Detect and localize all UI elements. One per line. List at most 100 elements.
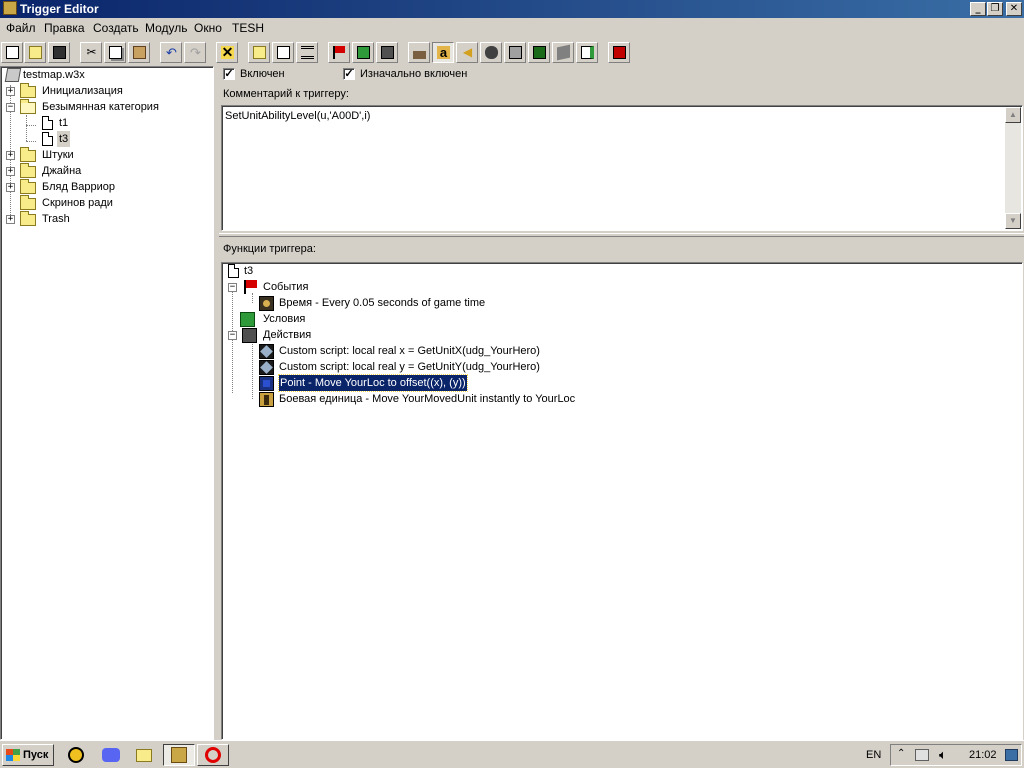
event-row[interactable]: Время - Every 0.05 seconds of game time	[226, 295, 626, 311]
collapse-toggle[interactable]: −	[6, 103, 15, 112]
taskbar-trigger-editor[interactable]	[163, 744, 195, 766]
test-map-button[interactable]	[576, 42, 598, 63]
opera-icon	[205, 747, 221, 763]
tree-item-t3[interactable]: t3	[1, 131, 201, 147]
menu-edit[interactable]: Правка	[44, 21, 85, 35]
new-condition-button[interactable]	[352, 42, 374, 63]
collapse-toggle[interactable]: −	[228, 283, 237, 292]
clock[interactable]: 21:02	[969, 749, 997, 761]
cut-icon: ✂	[86, 45, 97, 59]
expand-toggle[interactable]: +	[6, 215, 15, 224]
new-trigger-button[interactable]	[272, 42, 294, 63]
tree-item-screens[interactable]: Скринов ради	[1, 195, 201, 211]
initially-on-checkbox[interactable]: ✓	[343, 68, 355, 80]
undo-icon: ↶	[166, 45, 177, 60]
new-action-button[interactable]	[376, 42, 398, 63]
menu-bar: Файл Правка Создать Модуль Окно TESH	[0, 18, 1024, 38]
tree-item-init[interactable]: + Инициализация	[1, 83, 201, 99]
menu-create[interactable]: Создать	[93, 21, 139, 35]
trigger-functions-tree[interactable]: t3 − События Время - Every 0.05 seconds …	[221, 262, 1023, 740]
terrain-editor-button[interactable]	[408, 42, 430, 63]
sound-button[interactable]	[552, 42, 574, 63]
trigger-editor-icon	[3, 1, 17, 15]
ai-editor-button[interactable]	[480, 42, 502, 63]
comment-text: SetUnitAbilityLevel(u,'A00D',i)	[225, 110, 371, 122]
custom-script-button[interactable]	[528, 42, 550, 63]
new-event-icon	[333, 46, 346, 59]
expand-toggle[interactable]: +	[6, 167, 15, 176]
new-comment-button[interactable]	[296, 42, 318, 63]
menu-window[interactable]: Окно	[194, 21, 222, 35]
taskbar-opera[interactable]	[197, 744, 229, 766]
scroll-down-button[interactable]: ▼	[1005, 213, 1021, 229]
windows-logo-icon	[6, 749, 20, 761]
trigger-tree[interactable]: testmap.w3x + Инициализация − Безымянная…	[0, 66, 214, 740]
paste-button[interactable]	[128, 42, 150, 63]
events-flag-icon	[244, 280, 257, 294]
new-event-button[interactable]	[328, 42, 350, 63]
vertical-splitter[interactable]	[214, 66, 219, 740]
conditions-label: Условия	[263, 313, 306, 325]
redo-button[interactable]: ↷	[184, 42, 206, 63]
tree-item-warrior[interactable]: + Бляд Варриор	[1, 179, 201, 195]
discord-icon[interactable]	[100, 745, 122, 765]
new-comment-icon	[301, 46, 314, 59]
tree-item-trash[interactable]: + Trash	[1, 211, 201, 227]
action-row[interactable]: Боевая единица - Move YourMovedUnit inst…	[226, 391, 726, 407]
minimize-button[interactable]: _	[970, 2, 986, 16]
cut-button[interactable]: ✂	[80, 42, 102, 63]
horizontal-splitter[interactable]	[219, 233, 1024, 237]
comment-textarea[interactable]: SetUnitAbilityLevel(u,'A00D',i) ▲ ▼	[221, 105, 1023, 231]
start-button[interactable]: Пуск	[2, 744, 54, 766]
tray-expand-icon[interactable]: ⌃	[897, 748, 905, 759]
sound-icon	[557, 44, 570, 61]
action-row[interactable]: Custom script: local real y = GetUnitY(u…	[226, 359, 726, 375]
tree-item-shtuki[interactable]: + Штуки	[1, 147, 201, 163]
close-button[interactable]: ✕	[1006, 2, 1022, 16]
collapse-toggle[interactable]: −	[228, 331, 237, 340]
scroll-up-button[interactable]: ▲	[1005, 107, 1021, 123]
delete-button[interactable]: ✕	[216, 42, 238, 63]
menu-module[interactable]: Модуль	[145, 21, 188, 35]
validate-button[interactable]	[608, 42, 630, 63]
enabled-checkbox[interactable]: ✓	[223, 68, 235, 80]
expand-toggle[interactable]: +	[6, 183, 15, 192]
menu-tesh[interactable]: TESH	[232, 21, 264, 35]
new-icon	[6, 46, 19, 59]
tree-item-map-root[interactable]: testmap.w3x	[3, 67, 203, 83]
action-row-selected[interactable]: Point - Move YourLoc to offset((x), (y))	[226, 374, 726, 392]
expand-toggle[interactable]: +	[6, 87, 15, 96]
show-desktop-icon[interactable]	[1005, 749, 1018, 761]
expand-toggle[interactable]: +	[6, 151, 15, 160]
new-category-button[interactable]	[248, 42, 270, 63]
menu-file[interactable]: Файл	[6, 21, 36, 35]
import-manager-button[interactable]	[504, 42, 526, 63]
undo-button[interactable]: ↶	[160, 42, 182, 63]
custom-script-icon	[259, 344, 274, 359]
tree-item-t1[interactable]: t1	[1, 115, 201, 131]
explorer-icon[interactable]	[133, 745, 155, 765]
point-icon	[259, 376, 274, 391]
action-row[interactable]: Custom script: local real x = GetUnitX(u…	[226, 343, 726, 359]
delete-icon: ✕	[221, 44, 234, 60]
tree-item-unnamed-category[interactable]: − Безымянная категория	[1, 99, 201, 115]
comment-scrollbar[interactable]: ▲ ▼	[1005, 107, 1021, 229]
maximize-button[interactable]: ❐	[987, 2, 1003, 16]
toolbar: ✂ ↶ ↷ ✕ a ◀	[0, 40, 1024, 64]
language-indicator[interactable]: EN	[866, 749, 881, 761]
events-row[interactable]: − События	[226, 279, 526, 295]
volume-icon[interactable]: 🔈︎	[939, 747, 947, 763]
network-icon[interactable]	[915, 749, 929, 761]
conditions-row[interactable]: Условия	[226, 311, 526, 327]
save-button[interactable]	[48, 42, 70, 63]
object-editor-button[interactable]: a	[432, 42, 454, 63]
copy-button[interactable]	[104, 42, 126, 63]
new-button[interactable]	[1, 42, 23, 63]
quicklaunch-app-icon[interactable]	[66, 745, 88, 765]
actions-row[interactable]: − Действия	[226, 327, 526, 343]
sound-editor-button[interactable]: ◀	[456, 42, 478, 63]
tree-item-jaina[interactable]: + Джайна	[1, 163, 201, 179]
folder-icon	[20, 83, 36, 98]
open-button[interactable]	[24, 42, 46, 63]
initially-on-label: Изначально включен	[360, 68, 468, 80]
